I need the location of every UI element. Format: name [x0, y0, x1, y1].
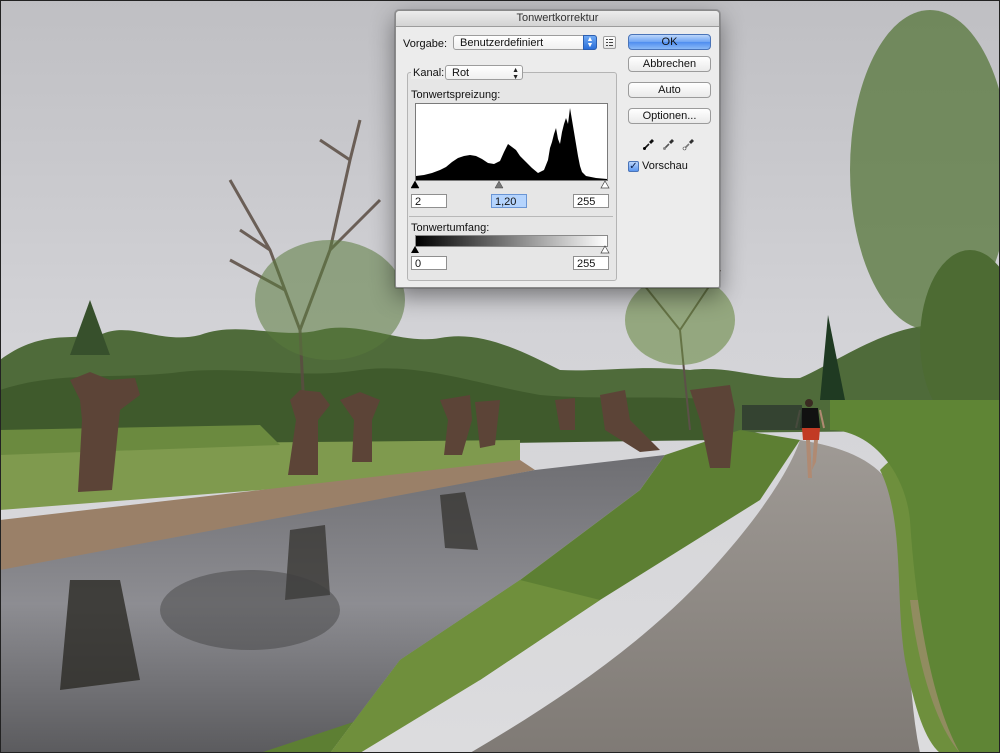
black-eyedropper-icon[interactable] [642, 137, 656, 151]
options-button[interactable]: Optionen... [628, 108, 711, 124]
preset-stepper-icon: ▲ ▼ [583, 35, 597, 50]
output-black-slider [411, 246, 419, 253]
preset-select-value: Benutzerdefiniert [460, 37, 544, 49]
preset-select[interactable]: Benutzerdefiniert ▲ ▼ [453, 35, 597, 50]
dialog-title[interactable]: Tonwertkorrektur [396, 11, 719, 27]
input-gamma-field[interactable]: 1,20 [491, 194, 527, 208]
white-eyedropper-icon[interactable] [682, 137, 696, 151]
chevron-updown-icon: ▲ ▼ [512, 67, 519, 81]
preset-label: Vorgabe: [403, 38, 448, 50]
histogram [415, 103, 608, 181]
levels-dialog: Tonwertkorrektur Vorgabe: Benutzerdefini… [395, 10, 720, 288]
preview-checkbox[interactable]: ✓ [628, 161, 639, 172]
cancel-button[interactable]: Abbrechen [628, 56, 711, 72]
gray-eyedropper-icon[interactable] [662, 137, 676, 151]
auto-button[interactable]: Auto [628, 82, 711, 98]
input-white-field[interactable]: 255 [573, 194, 609, 208]
channel-select-value: Rot [452, 67, 470, 79]
output-levels-label: Tonwertumfang: [411, 222, 490, 234]
section-divider [409, 216, 613, 217]
channel-label: Kanal: [411, 67, 447, 79]
input-black-slider [411, 180, 420, 189]
input-white-slider [600, 180, 610, 189]
output-black-field[interactable]: 0 [411, 256, 447, 270]
histogram-curve [416, 108, 607, 180]
checkmark-icon: ✓ [629, 161, 638, 172]
preset-options-icon[interactable] [603, 36, 616, 49]
channel-select[interactable]: Rot ▲ ▼ [445, 65, 523, 81]
input-levels-label: Tonwertspreizung: [411, 89, 501, 101]
preview-label: Vorschau [642, 160, 688, 172]
input-gamma-slider [494, 180, 504, 189]
input-black-field[interactable]: 2 [411, 194, 447, 208]
input-slider-track[interactable] [411, 180, 610, 189]
output-white-field[interactable]: 255 [573, 256, 609, 270]
output-white-slider [600, 245, 610, 254]
ok-button[interactable]: OK [628, 34, 711, 50]
output-slider-track[interactable] [411, 245, 610, 254]
